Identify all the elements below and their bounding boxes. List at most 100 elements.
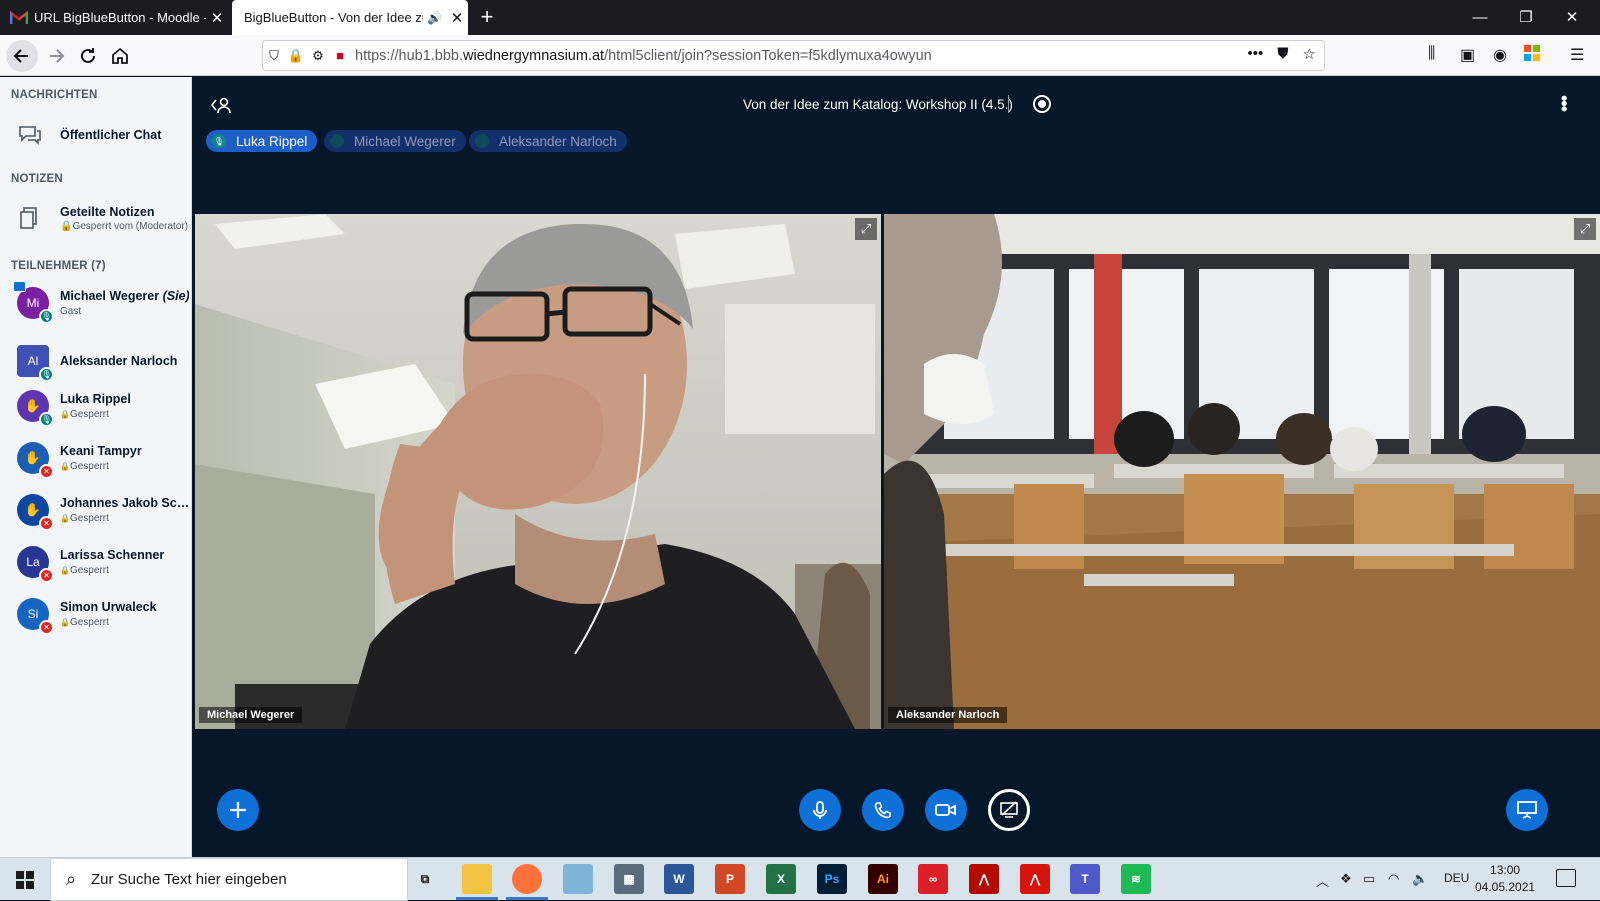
- shared-notes-item[interactable]: Geteilte Notizen 🔒Gesperrt vom (Moderato…: [16, 204, 188, 232]
- dropbox-icon[interactable]: ❖: [1340, 871, 1352, 887]
- lock-icon[interactable]: 🔒: [285, 48, 307, 64]
- menu-icon[interactable]: ☰: [1570, 45, 1584, 65]
- notification-center-icon[interactable]: [1556, 869, 1576, 887]
- avatar-initials: Al: [27, 354, 39, 368]
- minimize-button[interactable]: —: [1457, 0, 1503, 35]
- file-explorer-icon[interactable]: [456, 864, 498, 900]
- account-icon[interactable]: ◉: [1493, 45, 1507, 65]
- pocket-icon[interactable]: ⛊: [1277, 45, 1288, 63]
- word-icon[interactable]: W: [664, 864, 694, 894]
- task-view-icon[interactable]: ⧉: [410, 864, 440, 894]
- illustrator-icon[interactable]: Ai: [868, 864, 898, 894]
- system-clock[interactable]: 13:00 04.05.2021: [1475, 862, 1535, 896]
- talking-indicator[interactable]: Michael Wegerer: [324, 130, 466, 152]
- start-button[interactable]: [0, 858, 50, 901]
- url-host: wiednergymnasium.at: [463, 47, 605, 64]
- speaker-icon[interactable]: 🔊: [427, 11, 442, 25]
- wifi-icon[interactable]: ◠: [1388, 871, 1399, 887]
- participant-status-text: Gesperrt: [69, 461, 109, 472]
- back-button[interactable]: [6, 40, 38, 72]
- generic-app-icon[interactable]: [563, 864, 593, 894]
- participant-text: Michael Wegerer (Sie) Gast: [60, 289, 189, 317]
- actions-button[interactable]: [217, 789, 259, 831]
- public-chat-item[interactable]: Öffentlicher Chat: [16, 121, 161, 149]
- chevron-up-icon[interactable]: ︿: [1316, 871, 1329, 890]
- teams-icon[interactable]: T: [1070, 864, 1100, 894]
- participant-item[interactable]: ✋ ✕ Keani Tampyr 🔒Gesperrt: [17, 436, 189, 480]
- toggle-user-list-icon[interactable]: [210, 94, 232, 116]
- address-bar[interactable]: ⛉ 🔒 ⚙ ■ https://hub1.bbb.wiednergymnasiu…: [262, 40, 1325, 71]
- phone-icon: [874, 802, 891, 819]
- volume-icon[interactable]: 🔈: [1412, 871, 1428, 887]
- new-tab-button[interactable]: +: [474, 4, 500, 30]
- sidebar-icon[interactable]: ▣: [1460, 45, 1475, 65]
- webcam-video[interactable]: ⤢ Michael Wegerer: [195, 214, 881, 729]
- participant-status: 🔒Gesperrt: [60, 513, 189, 524]
- camera-in-use-icon[interactable]: ■: [329, 48, 351, 63]
- close-window-button[interactable]: ✕: [1549, 0, 1595, 35]
- calculator-icon[interactable]: ▦: [614, 864, 644, 894]
- talker-name: Luka Rippel: [236, 133, 308, 149]
- options-menu-icon[interactable]: •••: [1553, 95, 1574, 111]
- microsoft-extension-icon[interactable]: [1524, 45, 1540, 61]
- participant-item[interactable]: Al 🎙 Aleksander Narloch: [17, 339, 189, 383]
- close-tab-icon[interactable]: ✕: [446, 9, 468, 27]
- talking-indicator[interactable]: 🎙 Luka Rippel: [206, 130, 318, 152]
- participant-name: Keani Tampyr: [60, 444, 189, 458]
- home-icon: [112, 47, 128, 64]
- leave-audio-button[interactable]: [862, 789, 904, 831]
- photoshop-icon[interactable]: Ps: [817, 864, 847, 894]
- participant-item[interactable]: ✋ 🎙 Luka Rippel 🔒Gesperrt: [17, 384, 189, 428]
- microphone-icon: [475, 134, 489, 148]
- shield-icon[interactable]: ⛉: [263, 48, 285, 64]
- avatar-initials: Si: [27, 607, 39, 621]
- firefox-icon[interactable]: [506, 864, 548, 900]
- participant-text: Luka Rippel 🔒Gesperrt: [60, 392, 189, 420]
- acrobat-icon[interactable]: ⋀: [969, 864, 999, 894]
- url-text[interactable]: https://hub1.bbb.wiednergymnasium.at/htm…: [355, 48, 932, 64]
- star-icon[interactable]: ☆: [1303, 45, 1316, 63]
- recording-indicator-icon[interactable]: [1033, 95, 1051, 113]
- fullscreen-icon[interactable]: ⤢: [1574, 218, 1596, 240]
- webcam-image-classroom: [884, 214, 1600, 729]
- participant-item[interactable]: Mi 🎙 Michael Wegerer (Sie) Gast: [13, 281, 189, 325]
- permissions-icon[interactable]: ⚙: [307, 48, 329, 64]
- microphone-muted-icon: ✕: [39, 620, 54, 635]
- shared-notes-sub-text: Gesperrt vom (Moderator): [72, 220, 189, 232]
- tab-moodle[interactable]: URL BigBlueButton - Moodle - ✕: [0, 0, 228, 35]
- forward-button[interactable]: [40, 40, 72, 72]
- tab-title: BigBlueButton - Von der Idee zu: [244, 10, 424, 25]
- webcam-video[interactable]: ⤢ Aleksander Narloch: [884, 214, 1600, 729]
- restore-presentation-button[interactable]: [1506, 789, 1548, 831]
- participant-name: Luka Rippel: [60, 392, 189, 406]
- webcam-button[interactable]: [925, 789, 967, 831]
- library-icon[interactable]: ⫼: [1428, 45, 1435, 63]
- screen-share-button[interactable]: [988, 789, 1030, 831]
- mute-button[interactable]: [799, 789, 841, 831]
- taskbar-search[interactable]: ⌕ Zur Suche Text hier eingeben: [50, 858, 408, 901]
- tab-bigbluebutton[interactable]: BigBlueButton - Von der Idee zu 🔊 ✕: [232, 0, 468, 35]
- close-tab-icon[interactable]: ✕: [206, 9, 228, 27]
- browser-tab-strip: URL BigBlueButton - Moodle - ✕ BigBlueBu…: [0, 0, 1600, 35]
- powerpoint-icon[interactable]: P: [715, 864, 745, 894]
- excel-icon[interactable]: X: [766, 864, 796, 894]
- fullscreen-icon[interactable]: ⤢: [855, 218, 877, 240]
- participant-item[interactable]: La ✕ Larissa Schenner 🔒Gesperrt: [17, 540, 189, 584]
- page-actions-icon[interactable]: •••: [1248, 45, 1264, 63]
- spotify-icon[interactable]: ≋: [1121, 864, 1151, 894]
- input-language[interactable]: DEU: [1444, 871, 1469, 885]
- lock-icon: 🔒: [60, 566, 70, 575]
- battery-icon[interactable]: ▭: [1363, 871, 1375, 887]
- clock-time: 13:00: [1490, 863, 1521, 877]
- home-button[interactable]: [104, 40, 136, 72]
- participant-item[interactable]: Si ✕ Simon Urwaleck 🔒Gesperrt: [17, 592, 189, 636]
- restore-button[interactable]: ❐: [1503, 0, 1549, 35]
- talking-indicator[interactable]: Aleksander Narloch: [469, 130, 627, 152]
- public-chat-label: Öffentlicher Chat: [60, 128, 162, 142]
- webcam-image-person: [195, 214, 881, 729]
- acrobat-reader-icon[interactable]: ⋀: [1020, 864, 1050, 894]
- avatar: ✋ 🎙: [17, 390, 54, 427]
- creative-cloud-icon[interactable]: ∞: [918, 864, 948, 894]
- reload-button[interactable]: [72, 40, 104, 72]
- participant-item[interactable]: ✋ ✕ Johannes Jakob Sch... 🔒Gesperrt: [17, 488, 189, 532]
